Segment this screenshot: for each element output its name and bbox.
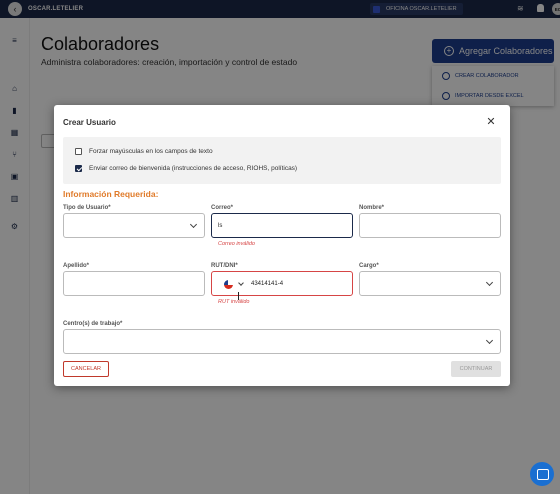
cargo-select[interactable]: [359, 271, 501, 296]
section-title: Información Requerida:: [63, 189, 159, 199]
cargo-label: Cargo*: [359, 263, 379, 269]
apellido-label: Apellido*: [63, 263, 90, 269]
centros-label: Centro(s) de trabajo*: [63, 321, 123, 327]
tipo-usuario-select[interactable]: [63, 213, 205, 238]
tipo-usuario-label: Tipo de Usuario*: [63, 205, 111, 211]
nombre-label: Nombre*: [359, 205, 385, 211]
cancel-button[interactable]: CANCELAR: [63, 361, 109, 377]
correo-value: ls: [218, 223, 223, 229]
option-uppercase-label: Forzar mayúsculas en los campos de texto: [89, 148, 213, 155]
chevron-down-icon: [189, 220, 198, 229]
rut-input[interactable]: 43414141-4: [211, 271, 353, 300]
create-user-dialog: Crear Usuario ✕ Forzar mayúsculas en los…: [54, 105, 510, 386]
chile-flag-icon[interactable]: [224, 280, 233, 289]
welcome-email-checkbox[interactable]: [75, 165, 82, 172]
uppercase-checkbox[interactable]: [75, 148, 82, 155]
chevron-down-icon[interactable]: [238, 280, 244, 286]
close-icon[interactable]: ✕: [485, 116, 497, 128]
option-welcome-email[interactable]: Enviar correo de bienvenida (instruccion…: [75, 165, 297, 172]
apellido-input[interactable]: [63, 271, 205, 296]
option-welcome-email-label: Enviar correo de bienvenida (instruccion…: [89, 165, 298, 172]
options-panel: Forzar mayúsculas en los campos de texto…: [63, 137, 501, 184]
chat-button[interactable]: [530, 462, 554, 486]
centros-select[interactable]: [63, 329, 501, 354]
nombre-input[interactable]: [359, 213, 501, 238]
rut-label: RUT/DNI*: [211, 263, 238, 269]
rut-error: RUT inválido: [218, 299, 250, 305]
dialog-title: Crear Usuario: [63, 118, 116, 127]
chevron-down-icon: [485, 336, 494, 345]
continue-button[interactable]: CONTINUAR: [451, 361, 501, 377]
option-uppercase[interactable]: Forzar mayúsculas en los campos de texto: [75, 148, 213, 155]
correo-label: Correo*: [211, 205, 234, 211]
correo-input[interactable]: ls: [211, 213, 353, 238]
correo-error: Correo inválido: [218, 241, 255, 247]
rut-value: 43414141-4: [251, 281, 284, 287]
chevron-down-icon: [485, 278, 494, 287]
